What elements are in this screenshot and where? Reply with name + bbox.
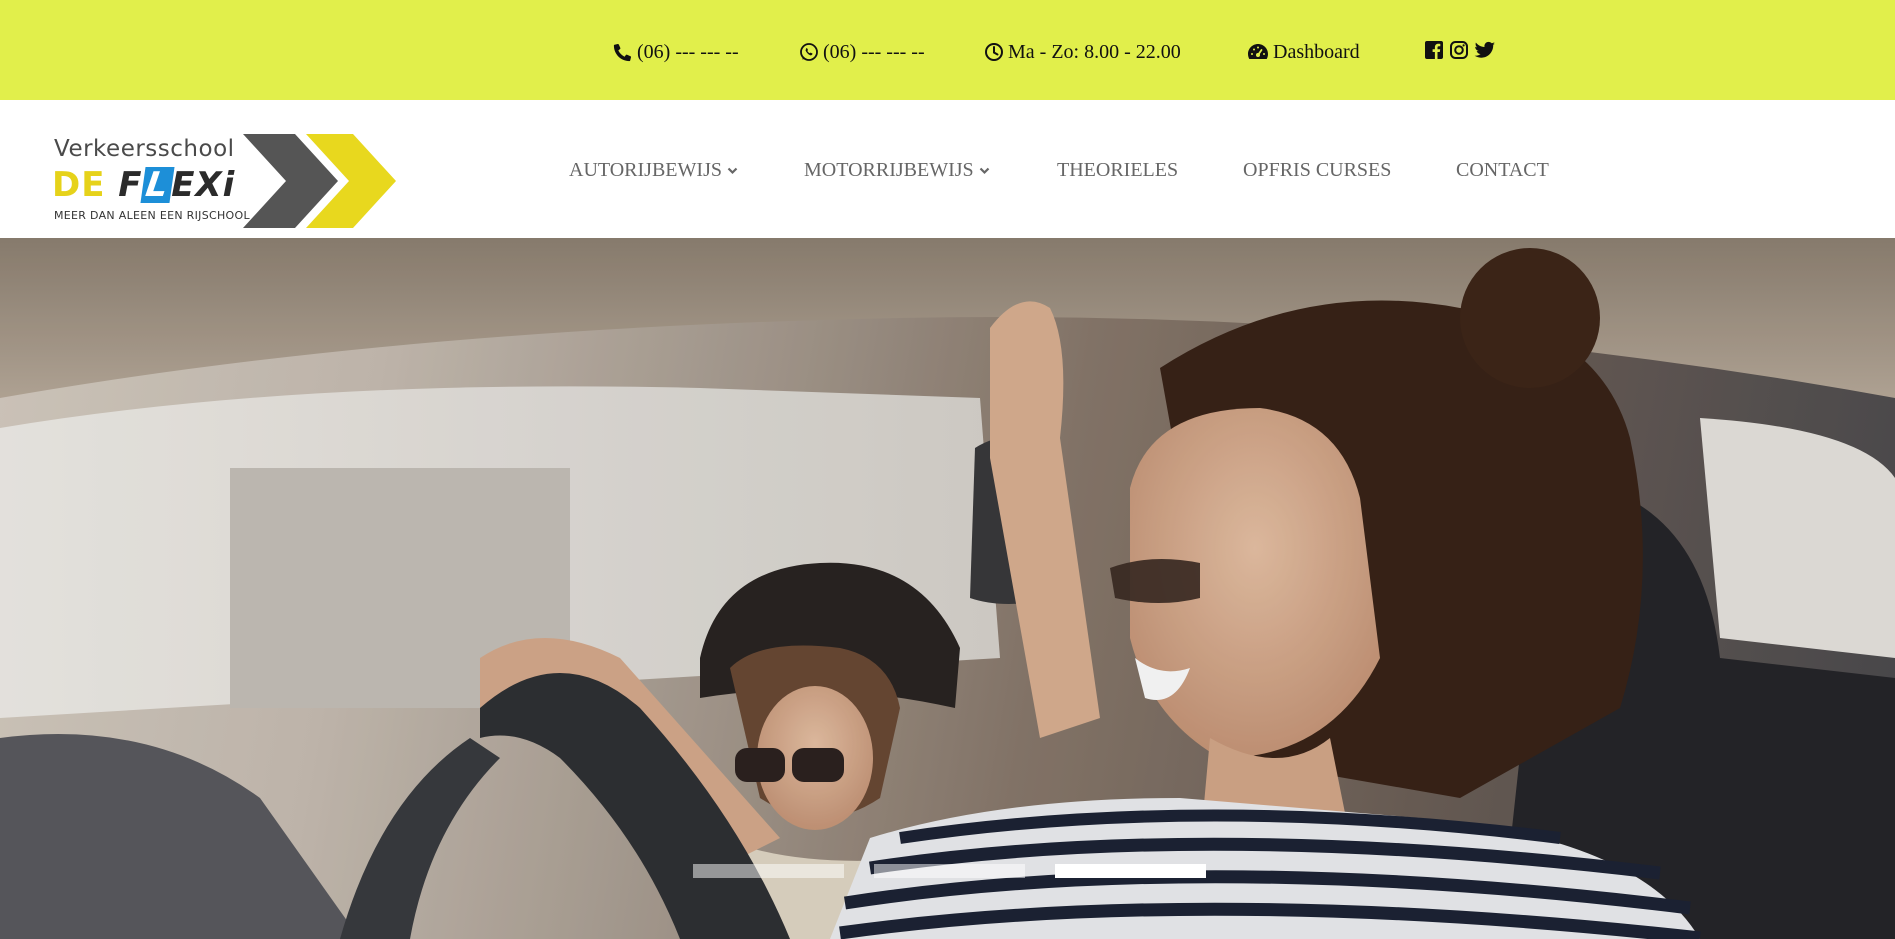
nav-opfris-curses[interactable]: OPFRIS CURSES <box>1243 158 1391 182</box>
clock-icon <box>985 43 1003 61</box>
carousel-indicator-1[interactable] <box>693 864 844 878</box>
instagram-icon[interactable] <box>1449 40 1469 60</box>
nav-theorieles[interactable]: THEORIELES <box>1057 158 1178 182</box>
hero-image <box>0 238 1895 939</box>
dashboard-label: Dashboard <box>1273 40 1360 63</box>
top-bar: (06) --- --- -- (06) --- --- -- Ma - Zo:… <box>0 0 1895 100</box>
logo-brand-de: DE <box>52 165 106 205</box>
opening-hours: Ma - Zo: 8.00 - 22.00 <box>984 40 1181 64</box>
whatsapp-icon <box>800 43 818 61</box>
main-navbar: Verkeersschool DE FLEXi MEER DAN ALEEN E… <box>0 100 1895 238</box>
dashboard-icon <box>1248 44 1268 59</box>
carousel-indicators <box>693 864 1206 878</box>
phone-icon <box>613 43 632 62</box>
nav-contact-label: CONTACT <box>1456 158 1549 181</box>
whatsapp-link[interactable]: (06) --- --- -- <box>799 40 925 64</box>
nav-contact[interactable]: CONTACT <box>1456 158 1549 182</box>
logo-tagline: MEER DAN ALEEN EEN RIJSCHOOL <box>54 209 250 222</box>
social-links <box>1424 40 1495 60</box>
nav-opfris-curses-label: OPFRIS CURSES <box>1243 158 1392 181</box>
logo-brand-f: F <box>118 165 143 205</box>
chevron-down-icon <box>727 167 738 174</box>
logo-brand-rest: EXi <box>171 165 236 205</box>
whatsapp-number: (06) --- --- -- <box>823 40 925 63</box>
logo-title: Verkeersschool <box>54 136 235 162</box>
facebook-icon[interactable] <box>1424 40 1444 60</box>
twitter-icon[interactable] <box>1474 40 1495 60</box>
carousel-indicator-3[interactable] <box>1055 864 1206 878</box>
nav-autorijbewijs[interactable]: AUTORIJBEWIJS <box>569 158 738 182</box>
nav-theorieles-label: THEORIELES <box>1057 158 1179 181</box>
dashboard-link[interactable]: Dashboard <box>1247 40 1360 64</box>
nav-autorijbewijs-label: AUTORIJBEWIJS <box>569 158 722 181</box>
phone-number: (06) --- --- -- <box>637 40 739 63</box>
chevron-logo-icon <box>243 134 396 228</box>
logo-brand-l: L <box>140 165 174 205</box>
chevron-down-icon <box>979 167 989 174</box>
nav-motorrijbewijs[interactable]: MOTORRIJBEWIJS <box>804 158 990 182</box>
opening-hours-text: Ma - Zo: 8.00 - 22.00 <box>1008 40 1181 63</box>
carousel-indicator-2[interactable] <box>874 864 1025 878</box>
nav-motorrijbewijs-label: MOTORRIJBEWIJS <box>804 158 974 181</box>
logo-brand: DE FLEXi <box>52 165 235 205</box>
logo[interactable]: Verkeersschool DE FLEXi MEER DAN ALEEN E… <box>50 132 410 232</box>
phone-link[interactable]: (06) --- --- -- <box>613 40 739 64</box>
hero-carousel <box>0 238 1895 939</box>
